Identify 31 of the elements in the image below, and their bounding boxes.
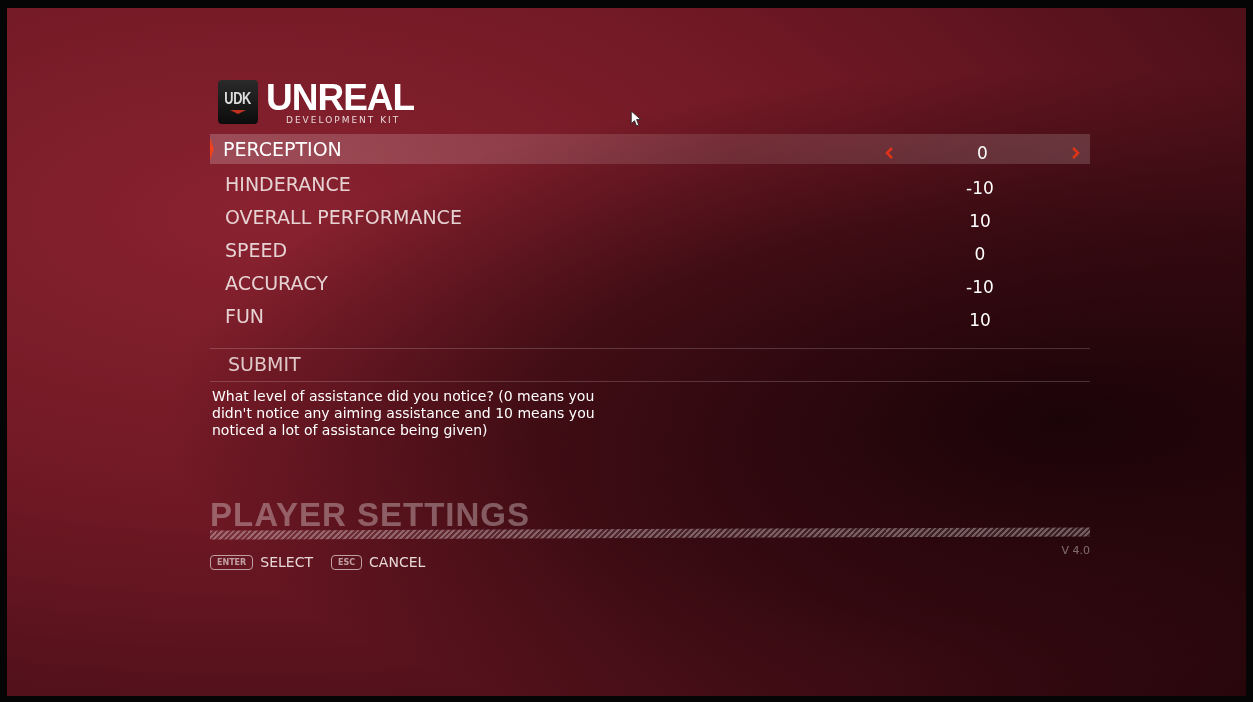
option-label: FUN bbox=[225, 304, 266, 327]
section-title: PLAYER SETTINGS bbox=[210, 496, 530, 533]
option-value: -10 bbox=[965, 276, 995, 297]
key-cap: ESC bbox=[330, 554, 363, 570]
hint-label[interactable]: CANCEL bbox=[369, 554, 426, 570]
logo-badge: UDK bbox=[218, 80, 258, 124]
option-value: 10 bbox=[968, 309, 992, 330]
option-label: PERCEPTION bbox=[223, 138, 343, 160]
version-text: V 4.0 bbox=[1061, 544, 1090, 557]
option-value: 0 bbox=[973, 243, 987, 264]
option-row[interactable]: PERCEPTION 0 bbox=[210, 134, 1090, 164]
option-label: SPEED bbox=[225, 238, 289, 261]
option-row[interactable]: SPEED 0 bbox=[210, 233, 1090, 266]
option-row[interactable]: HINDERANCE -10 bbox=[210, 167, 1090, 200]
option-row[interactable]: OVERALL PERFORMANCE 10 bbox=[210, 200, 1090, 233]
key-cap: ENTER bbox=[210, 554, 254, 570]
logo-subtitle: DEVELOPMENT KIT bbox=[286, 116, 402, 125]
logo-title: UNREAL bbox=[266, 79, 415, 116]
description-text: What level of assistance did you notice? (0 means you didn't notice any aiming assistance and 10 means you noticed a lot of assistance being given) bbox=[212, 388, 596, 439]
option-value: 0 bbox=[976, 143, 989, 163]
selection-marker bbox=[210, 138, 214, 160]
option-value: -10 bbox=[965, 177, 995, 198]
option-row[interactable]: ACCURACY -10 bbox=[210, 266, 1090, 299]
option-value: 10 bbox=[968, 210, 992, 231]
option-row[interactable]: FUN 10 bbox=[210, 299, 1090, 332]
submit-button[interactable]: SUBMIT bbox=[210, 349, 1090, 377]
hint-label[interactable]: SELECT bbox=[260, 554, 313, 570]
cursor-icon bbox=[630, 110, 641, 127]
option-label: OVERALL PERFORMANCE bbox=[225, 205, 463, 228]
option-label: ACCURACY bbox=[225, 271, 329, 294]
option-label: HINDERANCE bbox=[225, 172, 352, 195]
